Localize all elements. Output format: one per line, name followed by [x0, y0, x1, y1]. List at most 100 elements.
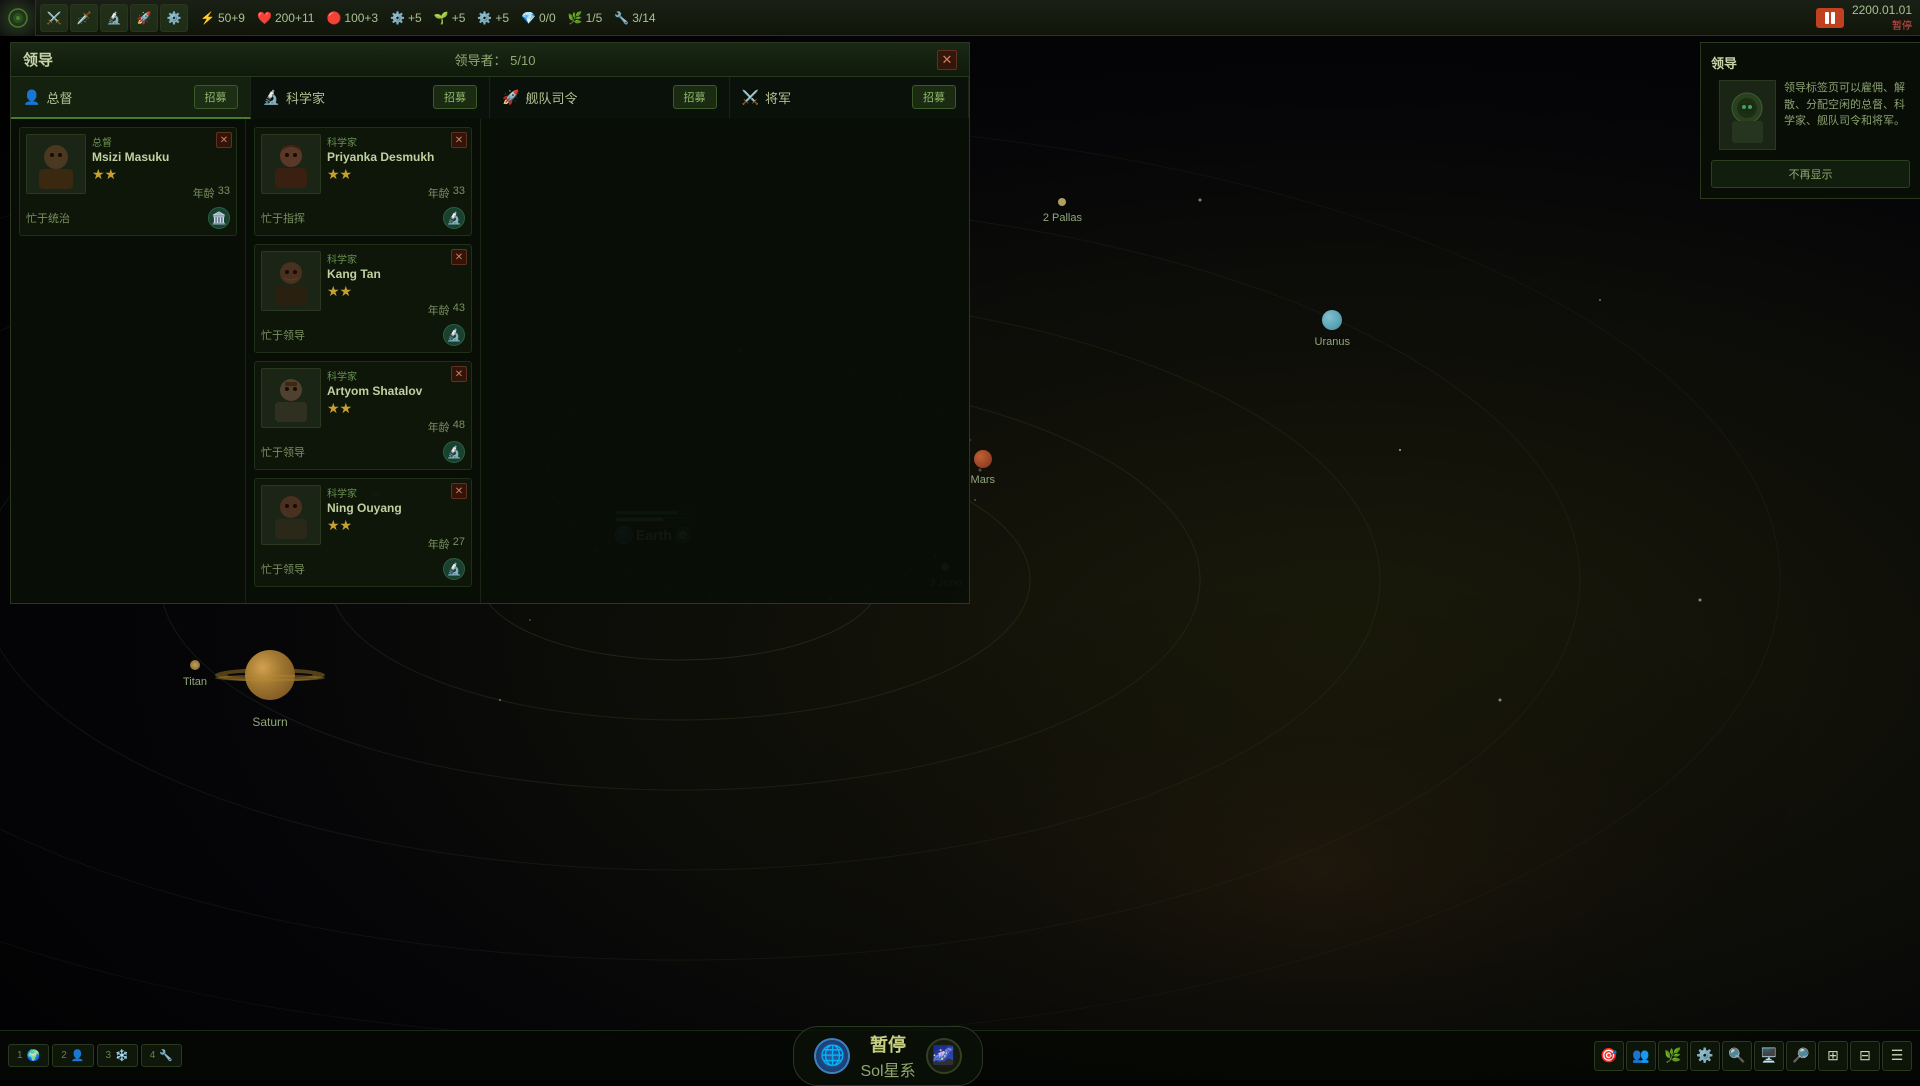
tab-fleet[interactable]: 🚀 舰队司令 招募: [490, 77, 730, 119]
tab-governor[interactable]: 👤 总督 招募: [11, 77, 251, 119]
br-icon-grid[interactable]: ⊞: [1818, 1041, 1848, 1071]
resource-bio: 🌿 1/5: [568, 11, 603, 25]
mars-label: Mars: [971, 450, 995, 488]
governor-status: 忙于统治 🏛️: [26, 207, 230, 229]
br-icon-search[interactable]: 🔍: [1722, 1041, 1752, 1071]
titan-dot[interactable]: [190, 660, 200, 670]
scientist-name-3: Artyom Shatalov: [327, 384, 465, 398]
icon-combat[interactable]: ⚔️: [40, 4, 68, 32]
card-header-2: 科学家 Kang Tan ★★ 年龄 43: [261, 251, 465, 318]
recruit-general-btn[interactable]: 招募: [912, 85, 956, 109]
scientist-column: 科学家 Priyanka Desmukh ★★ 年龄 33 忙于指挥 🔬 ✕: [246, 119, 481, 603]
br-icon-zoom[interactable]: 🔎: [1786, 1041, 1816, 1071]
scientist-dismiss-2[interactable]: ✕: [451, 249, 467, 265]
top-bar: ⚔️ 🗡️ 🔬 🚀 ⚙️ ⚡ 50+9 ❤️ 200+11 🔴 100+3 ⚙️…: [0, 0, 1920, 36]
governor-name: Msizi Masuku: [92, 150, 230, 164]
scientist-info-2: 科学家 Kang Tan ★★ 年龄 43: [327, 251, 465, 318]
tab4-icon: 🔧: [159, 1049, 173, 1062]
icon-ships[interactable]: 🚀: [130, 4, 158, 32]
scientist-role-3: 科学家: [327, 368, 465, 383]
scientist-status-icon-3: 🔬: [443, 441, 465, 463]
top-bar-right: 2200.01.01 暂停: [1808, 3, 1920, 32]
br-icon-menu[interactable]: ☰: [1882, 1041, 1912, 1071]
portrait-face-2: [262, 252, 320, 310]
scientist-status-icon-2: 🔬: [443, 324, 465, 346]
tab-scientist[interactable]: 🔬 科学家 招募: [251, 77, 491, 119]
saturn-ring-front: [215, 675, 325, 682]
governor-portrait: [26, 134, 86, 194]
uranus-label: Uranus: [1315, 310, 1350, 350]
empire-icon[interactable]: [0, 0, 36, 36]
scientist-stars-1: ★★: [327, 166, 465, 183]
governor-column: 总督 Msizi Masuku ★★ 年龄 33 忙于统治 🏛️ ✕: [11, 119, 246, 603]
system-icon-left[interactable]: 🌐: [814, 1038, 850, 1074]
no-show-button[interactable]: 不再显示: [1711, 160, 1910, 188]
titan-label: Titan: [183, 660, 207, 690]
scientist-portrait-4: [261, 485, 321, 545]
leader-count: 领导者： 5/10: [455, 50, 536, 69]
bottom-tab-1[interactable]: 1 🌍: [8, 1044, 49, 1067]
icon-research[interactable]: 🔬: [100, 4, 128, 32]
top-bar-icons: ⚔️ 🗡️ 🔬 🚀 ⚙️: [36, 4, 192, 32]
pause-text: 暂停: [860, 1031, 915, 1057]
bottom-tab-2[interactable]: 2 👤: [52, 1044, 93, 1067]
portrait-face-1: [262, 135, 320, 193]
scientist-age-3: 年龄 48: [327, 419, 465, 435]
recruit-scientist-btn[interactable]: 招募: [433, 85, 477, 109]
recruit-governor-btn[interactable]: 招募: [194, 85, 238, 109]
bottom-right-icons: 🎯 👥 🌿 ⚙️ 🔍 🖥️ 🔎 ⊞ ⊟ ☰: [1586, 1041, 1920, 1071]
system-bar: 🌐 暂停 Sol星系 🌌: [793, 1026, 982, 1086]
scientist-stars-4: ★★: [327, 517, 465, 534]
scientist-portrait-1: [261, 134, 321, 194]
bottom-center: 🌐 暂停 Sol星系 🌌: [190, 1026, 1586, 1086]
resource-r3: ⚙️ +5: [477, 11, 509, 25]
resource-r1: ⚙️ +5: [390, 11, 422, 25]
close-button[interactable]: ✕: [937, 50, 957, 70]
portrait-face-4: [262, 486, 320, 544]
scientist-status-4: 忙于领导 🔬: [261, 558, 465, 580]
right-panel-title: 领导: [1711, 53, 1910, 72]
mars-planet[interactable]: [974, 450, 992, 468]
scientist-info-4: 科学家 Ning Ouyang ★★ 年龄 27: [327, 485, 465, 552]
br-icon-people[interactable]: 👥: [1626, 1041, 1656, 1071]
right-panel-text: 领导标签页可以雇佣、解散、分配空闲的总督、科学家、舰队司令和将军。: [1784, 80, 1910, 150]
right-info-panel: 领导 领导标签页可以雇佣、解散、分配空闲的总督、科学家、舰队司令和将军。 不再显…: [1700, 42, 1920, 199]
tab2-num: 2: [61, 1050, 67, 1061]
scientist-role-4: 科学家: [327, 485, 465, 500]
scientist-info-1: 科学家 Priyanka Desmukh ★★ 年龄 33: [327, 134, 465, 201]
scientist-card-ning: 科学家 Ning Ouyang ★★ 年龄 27 忙于领导 🔬 ✕: [254, 478, 472, 587]
br-icon-cog[interactable]: ⚙️: [1690, 1041, 1720, 1071]
br-icon-nature[interactable]: 🌿: [1658, 1041, 1688, 1071]
scientist-name-2: Kang Tan: [327, 267, 465, 281]
pallas-dot[interactable]: [1058, 198, 1066, 206]
governor-age: 年龄 33: [92, 185, 230, 201]
br-icon-screen[interactable]: 🖥️: [1754, 1041, 1784, 1071]
tab1-num: 1: [17, 1050, 23, 1061]
scientist-portrait-2: [261, 251, 321, 311]
icon-units[interactable]: 🗡️: [70, 4, 98, 32]
tab-general[interactable]: ⚔️ 将军 招募: [730, 77, 970, 119]
pallas-label: 2 Pallas: [1043, 198, 1082, 226]
governor-dismiss-btn[interactable]: ✕: [216, 132, 232, 148]
br-icon-map[interactable]: 🎯: [1594, 1041, 1624, 1071]
scientist-dismiss-1[interactable]: ✕: [451, 132, 467, 148]
bottom-left-tabs: 1 🌍 2 👤 3 ❄️ 4 🔧: [0, 1044, 190, 1067]
fleet-general-area: [481, 119, 969, 603]
br-icon-adjust[interactable]: ⊟: [1850, 1041, 1880, 1071]
system-icon-right[interactable]: 🌌: [926, 1038, 962, 1074]
card-header-4: 科学家 Ning Ouyang ★★ 年龄 27: [261, 485, 465, 552]
scientist-status-3: 忙于领导 🔬: [261, 441, 465, 463]
governor-card-msizi: 总督 Msizi Masuku ★★ 年龄 33 忙于统治 🏛️ ✕: [19, 127, 237, 236]
bottom-tab-4[interactable]: 4 🔧: [141, 1044, 182, 1067]
bottom-tab-3[interactable]: 3 ❄️: [97, 1044, 138, 1067]
scientist-dismiss-4[interactable]: ✕: [451, 483, 467, 499]
recruit-fleet-btn[interactable]: 招募: [673, 85, 717, 109]
scientist-status-icon-4: 🔬: [443, 558, 465, 580]
scientist-age-4: 年龄 27: [327, 536, 465, 552]
uranus-planet[interactable]: [1322, 310, 1342, 330]
scientist-dismiss-3[interactable]: ✕: [451, 366, 467, 382]
scientist-name-1: Priyanka Desmukh: [327, 150, 465, 164]
icon-settings[interactable]: ⚙️: [160, 4, 188, 32]
scientist-status-2: 忙于领导 🔬: [261, 324, 465, 346]
pause-button[interactable]: [1816, 8, 1844, 28]
